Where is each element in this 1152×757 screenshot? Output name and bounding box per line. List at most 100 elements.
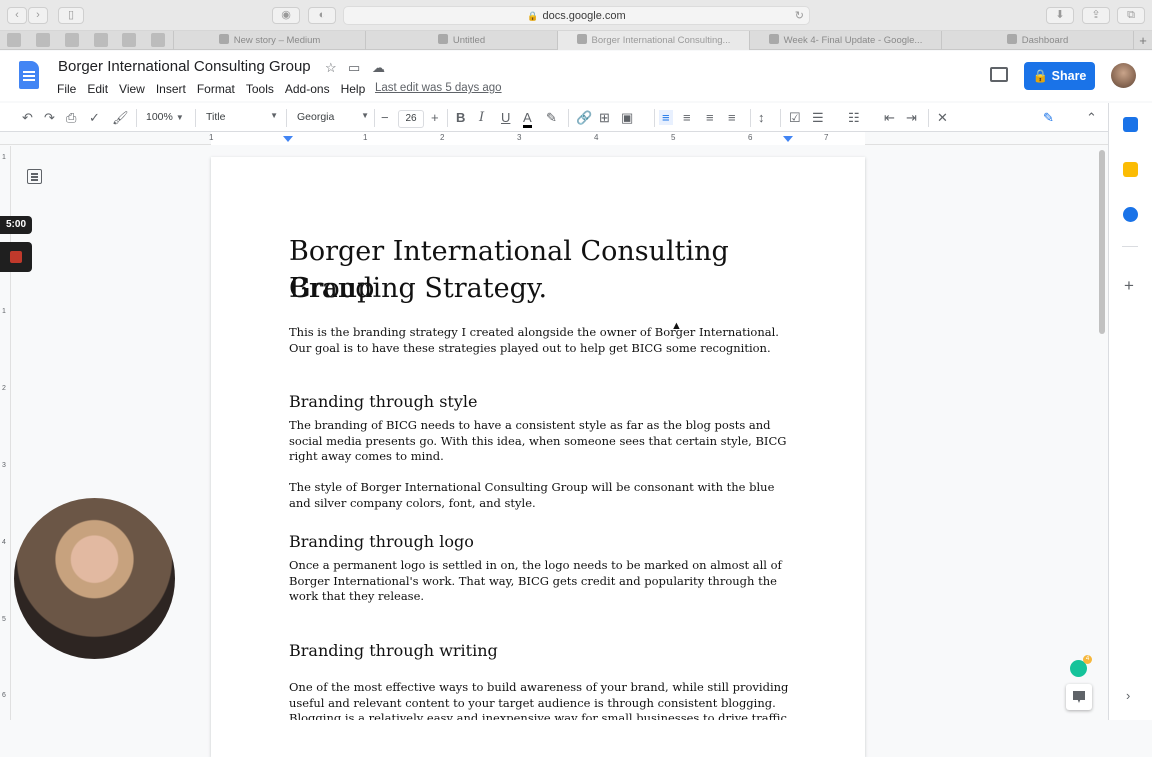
add-addon-icon[interactable]: + [1124,276,1134,296]
menu-tools[interactable]: Tools [246,82,274,96]
share-sheet-icon[interactable]: ⇪ [1082,7,1110,24]
zoom-select[interactable]: 100% ▼ [146,111,184,123]
share-button[interactable]: 🔒 Share [1024,62,1095,90]
pinned-tab-icon[interactable] [36,33,50,47]
stop-recording-button[interactable] [0,242,32,272]
menu-addons[interactable]: Add-ons [285,82,330,96]
line-spacing-icon[interactable]: ↕ [758,110,765,125]
keep-icon[interactable] [1123,162,1138,177]
last-edit-link[interactable]: Last edit was 5 days ago [375,82,502,94]
new-tab-button[interactable]: + [1133,31,1152,50]
highlight-color-icon[interactable]: ✎ [546,110,557,125]
menu-help[interactable]: Help [341,82,366,96]
horizontal-ruler[interactable]: 1 1 2 3 4 5 6 7 [0,132,1108,145]
document-outline-icon[interactable] [27,169,42,184]
clear-formatting-icon[interactable]: ✕ [937,110,948,125]
shield-icon[interactable]: ◐ [308,7,336,24]
webcam-bubble[interactable] [14,498,175,659]
ruler-number: 7 [824,133,829,142]
text-color-icon[interactable]: A [523,110,532,128]
section-heading[interactable]: Branding through logo [289,532,474,551]
increase-indent-icon[interactable]: ⇥ [906,110,917,125]
star-icon[interactable]: ☆ [325,60,337,76]
bold-icon[interactable]: B [456,110,465,125]
back-icon[interactable]: ‹ [7,7,27,24]
body-paragraph[interactable]: The branding of BICG needs to have a con… [289,418,789,465]
numbered-list-icon[interactable]: ☷ [848,110,860,125]
align-left-icon[interactable]: ≡ [659,110,673,125]
insert-image-icon[interactable]: ▣ [621,110,633,125]
calendar-icon[interactable] [1123,117,1138,132]
menu-view[interactable]: View [119,82,145,96]
pinned-tab-icon[interactable] [7,33,21,47]
cloud-status-icon[interactable]: ☁ [372,60,385,76]
tab-dashboard[interactable]: Dashboard [941,31,1133,50]
docs-icon [768,34,779,44]
reload-icon[interactable]: ↻ [795,7,804,25]
folder-icon[interactable]: ▭ [348,60,360,76]
privacy-icon[interactable]: ◉ [272,7,300,24]
right-indent-marker[interactable] [783,136,793,142]
decrease-font-size-icon[interactable]: − [381,110,389,125]
tab-label: Borger International Consulting... [591,35,731,46]
bulleted-list-icon[interactable]: ☰ [812,110,824,125]
document-title[interactable]: Borger International Consulting Group [58,58,311,75]
editing-mode-icon[interactable]: ✎ [1043,110,1054,125]
tab-week4[interactable]: Week 4- Final Update - Google... [749,31,941,50]
menu-edit[interactable]: Edit [87,82,108,96]
google-docs-icon[interactable] [19,61,39,89]
tasks-icon[interactable] [1123,207,1138,222]
ruler-page-area [211,132,865,145]
align-center-icon[interactable]: ≡ [683,110,691,125]
section-heading[interactable]: Branding through writing [289,641,498,660]
trello-icon[interactable] [151,33,165,47]
font-select[interactable]: Georgia ▼ [297,111,369,123]
checklist-icon[interactable]: ☑ [789,110,801,125]
collapse-menus-icon[interactable]: ⌃ [1086,110,1097,125]
body-paragraph[interactable]: Once a permanent logo is settled in on, … [289,558,789,605]
decrease-indent-icon[interactable]: ⇤ [884,110,895,125]
redo-icon[interactable]: ↷ [44,110,55,125]
chevron-down-icon: ▼ [175,113,184,122]
italic-icon[interactable]: I [479,110,484,125]
left-indent-marker[interactable] [283,136,293,142]
increase-font-size-icon[interactable]: + [431,110,439,125]
slack-icon[interactable] [122,33,136,47]
undo-icon[interactable]: ↶ [22,110,33,125]
tab-wix[interactable]: Untitled [365,31,557,50]
justify-icon[interactable]: ≡ [728,110,736,125]
insert-comment-icon[interactable]: ⊞ [599,110,610,125]
font-size-input[interactable]: 26 [398,110,424,128]
print-icon[interactable]: ⎙ [66,110,76,125]
document-heading[interactable]: Branding Strategy. [289,270,789,307]
scrollbar-thumb[interactable] [1099,150,1105,334]
comment-history-icon[interactable] [990,67,1008,82]
tab-overview-icon[interactable]: ⧉ [1117,7,1145,24]
intro-paragraph[interactable]: This is the branding strategy I created … [289,325,789,356]
style-select[interactable]: Title ▼ [206,111,278,123]
notion-icon[interactable] [65,33,79,47]
forward-icon[interactable]: › [28,7,48,24]
explore-button[interactable] [1066,684,1092,710]
spellcheck-icon[interactable]: ✓ [89,110,100,125]
section-heading[interactable]: Branding through style [289,392,477,411]
menu-insert[interactable]: Insert [156,82,186,96]
paint-format-icon[interactable]: 🖌 [112,110,129,125]
menu-file[interactable]: File [57,82,76,96]
toolbar-divider [447,109,448,127]
tab-current-doc[interactable]: Borger International Consulting... [557,31,749,50]
body-paragraph[interactable]: The style of Borger International Consul… [289,480,789,511]
body-paragraph[interactable]: One of the most effective ways to build … [289,680,789,720]
underline-icon[interactable]: U [501,110,510,125]
toolbar-divider [928,109,929,127]
address-bar[interactable]: 🔒 docs.google.com ↻ [343,6,810,25]
download-icon[interactable]: ⬇ [1046,7,1074,24]
insert-link-icon[interactable]: 🔗 [576,110,592,125]
align-right-icon[interactable]: ≡ [706,110,714,125]
expand-panel-icon[interactable]: › [1126,688,1130,703]
avatar[interactable] [1111,63,1136,88]
menu-format[interactable]: Format [197,82,235,96]
tab-medium[interactable]: New story – Medium [173,31,365,50]
sidebar-toggle-icon[interactable]: ▯ [58,7,84,24]
gmail-icon[interactable] [94,33,108,47]
